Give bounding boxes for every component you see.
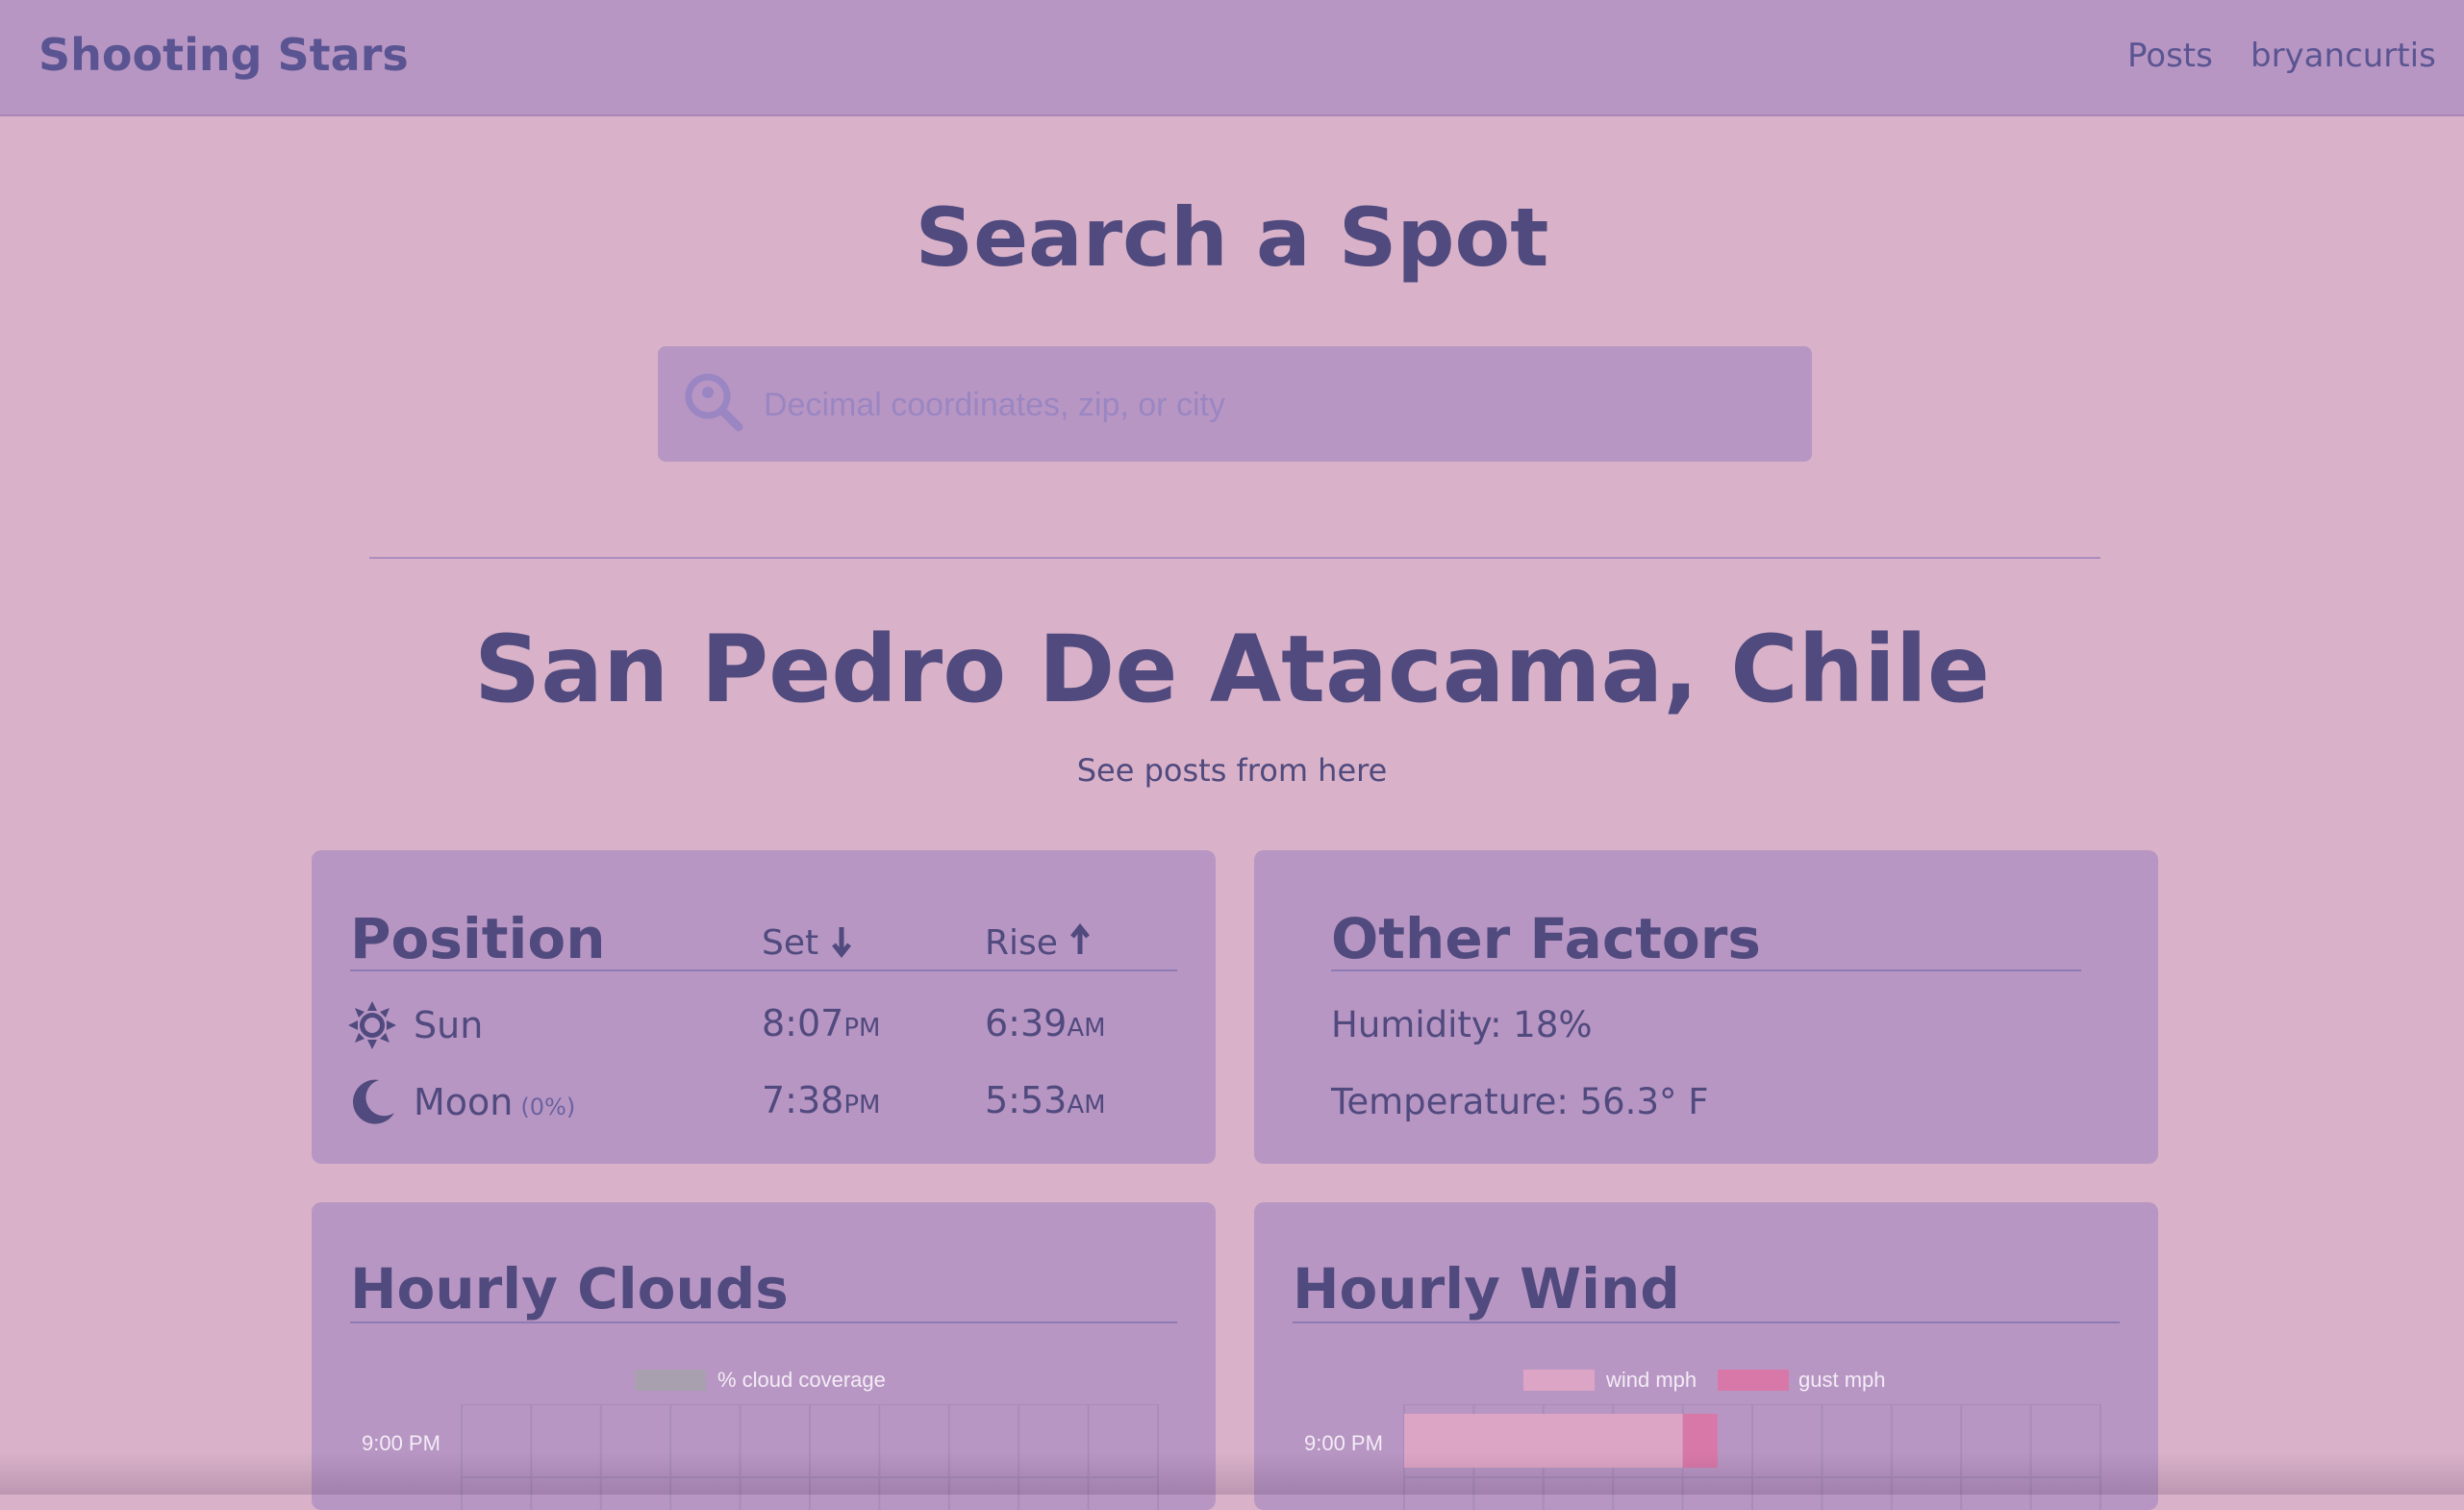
wind-bar bbox=[1404, 1414, 1683, 1468]
hourly-wind-title: Hourly Wind bbox=[1293, 1256, 1680, 1321]
moon-icon bbox=[352, 1079, 394, 1124]
hourly-wind-rule bbox=[1293, 1321, 2120, 1323]
temperature-value: Temperature: 56.3° F bbox=[1331, 1081, 1709, 1122]
search-box bbox=[658, 346, 1812, 462]
moon-illumination: (0%) bbox=[520, 1094, 576, 1120]
location-search-icon bbox=[685, 373, 743, 432]
moon-rise-time: 5:53AM bbox=[985, 1079, 1106, 1121]
other-factors-title: Other Factors bbox=[1331, 906, 1761, 971]
gust-legend-label: gust mph bbox=[1798, 1368, 1886, 1392]
sun-label: Sun bbox=[414, 1004, 484, 1046]
hourly-wind-card: Hourly Wind wind mph gust mph 9:00 PM bbox=[1254, 1202, 2158, 1510]
rise-column-header: Rise bbox=[985, 922, 1092, 963]
position-card: Position Set Rise Sun 8:07PM 6:39AM Moon… bbox=[312, 850, 1216, 1164]
other-factors-card: Other Factors Humidity: 18% Temperature:… bbox=[1254, 850, 2158, 1164]
page-title: Search a Spot bbox=[915, 190, 1549, 285]
hourly-clouds-card: Hourly Clouds % cloud coverage 9:00 PM bbox=[312, 1202, 1216, 1510]
sun-icon bbox=[348, 1001, 396, 1049]
hourly-clouds-rule bbox=[350, 1321, 1177, 1323]
top-navbar: Shooting Stars Posts bryancurtis bbox=[0, 0, 2464, 116]
wind-tick-label: 9:00 PM bbox=[1304, 1431, 1383, 1455]
other-factors-rule bbox=[1331, 969, 2081, 971]
nav-user-link[interactable]: bryancurtis bbox=[2250, 37, 2436, 75]
search-input[interactable] bbox=[762, 375, 1785, 435]
humidity-value: Humidity: 18% bbox=[1331, 1004, 1593, 1045]
nav-posts-link[interactable]: Posts bbox=[2127, 37, 2213, 75]
clouds-tick-label: 9:00 PM bbox=[362, 1431, 440, 1455]
hourly-clouds-title: Hourly Clouds bbox=[350, 1256, 789, 1321]
wind-legend-swatch[interactable] bbox=[1523, 1370, 1595, 1391]
section-divider bbox=[369, 557, 2100, 559]
wind-legend-label: wind mph bbox=[1606, 1368, 1697, 1392]
sun-set-time: 8:07PM bbox=[762, 1002, 881, 1044]
location-title: San Pedro De Atacama, Chile bbox=[474, 616, 1990, 723]
set-column-header: Set bbox=[762, 923, 853, 963]
position-title: Position bbox=[350, 906, 606, 971]
cloud-legend-label: % cloud coverage bbox=[717, 1368, 886, 1392]
arrow-down-icon bbox=[831, 927, 851, 959]
moon-set-time: 7:38PM bbox=[762, 1079, 881, 1121]
see-posts-link[interactable]: See posts from here bbox=[0, 752, 2464, 789]
brand-logo-link[interactable]: Shooting Stars bbox=[38, 29, 409, 81]
sun-rise-time: 6:39AM bbox=[985, 1002, 1106, 1044]
moon-label: Moon (0%) bbox=[414, 1081, 576, 1123]
gust-legend-swatch[interactable] bbox=[1718, 1370, 1789, 1391]
position-title-rule bbox=[350, 969, 1177, 971]
cloud-legend-swatch[interactable] bbox=[635, 1370, 706, 1391]
arrow-up-icon bbox=[1070, 922, 1091, 954]
